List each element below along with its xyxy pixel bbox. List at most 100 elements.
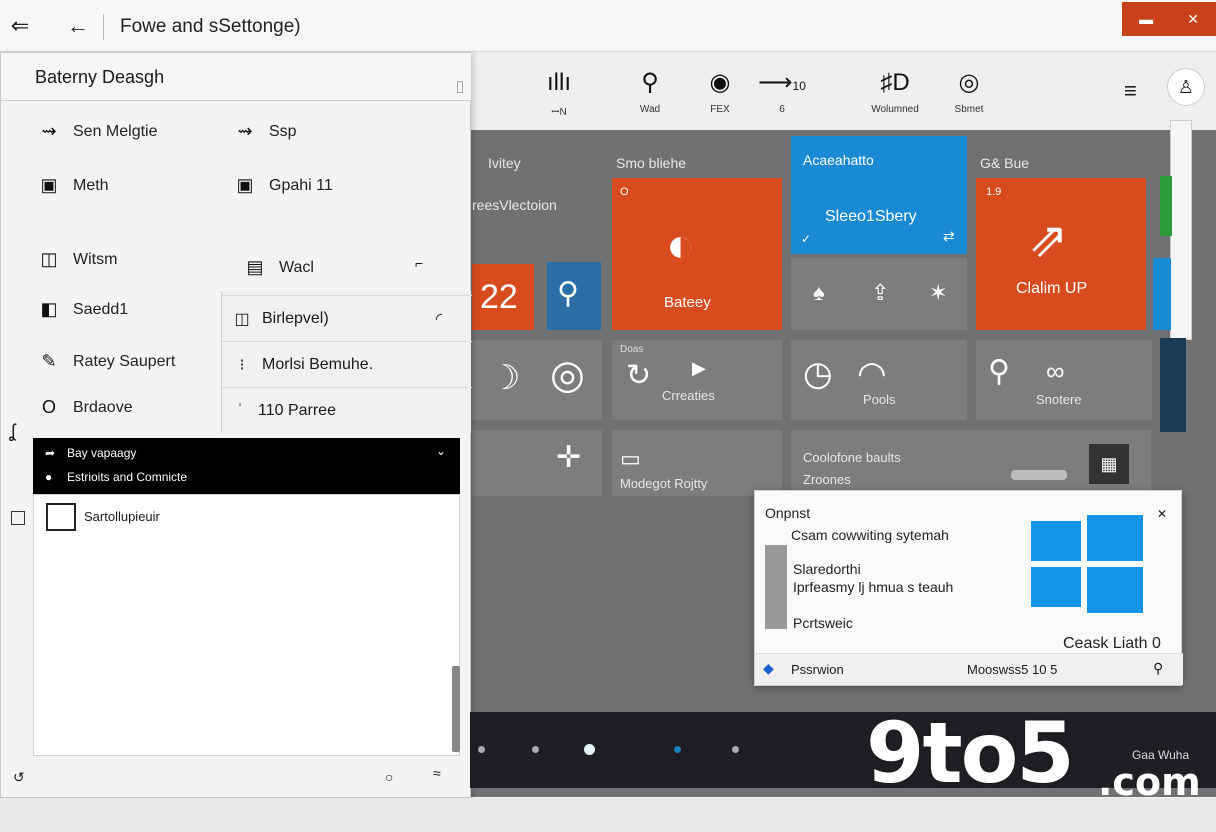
close-icon[interactable]: ✕ [1187, 11, 1199, 28]
dark-tile-edge [1160, 338, 1186, 432]
option-witsm[interactable]: ◫ Witsm [35, 249, 117, 270]
tile-sleep[interactable]: Acaeahatto Sleeo1Sbery ✓ ⇄ [791, 136, 967, 254]
tile-search[interactable]: ⚲ [547, 262, 601, 330]
sub-options: ◫ Birlepvel) ◜ ⁝ Morlsi Bemuhe. ˈ 110 Pa… [221, 291, 472, 433]
shirt-icon: ✶ [929, 280, 948, 305]
tile-number[interactable]: 22 [472, 264, 534, 330]
panel-icon: ◧ [40, 299, 58, 319]
chevron-icon[interactable]: ⌄ [436, 444, 446, 458]
tile-pools[interactable]: ◷ ◠ Pools [791, 340, 967, 420]
watermark-suffix: .com [1098, 760, 1201, 804]
sub-row[interactable]: ˈ 110 Parree [222, 387, 472, 433]
ribbon-label: 6 [779, 104, 785, 115]
card-line: Slaredorthi [793, 561, 861, 577]
battery-icon: ◐ [666, 219, 695, 272]
ribbon-signal[interactable]: ıllı ꟷN [514, 68, 604, 118]
tile-battery[interactable]: O ◐ Bateey [612, 178, 782, 330]
refresh-icon[interactable]: ↺ [13, 769, 25, 786]
option-sen[interactable]: ⇝ Sen Melgtie [35, 121, 157, 142]
panel-title: Baterny Deasgh [35, 67, 165, 87]
option-gpahi[interactable]: ▣ Gpahi 11 [231, 175, 332, 196]
dark-list-row[interactable]: ➦ Bay vapaagy [45, 446, 136, 460]
dark-list-row[interactable]: ● Estrioits and Comnicte [45, 470, 187, 484]
page-dot[interactable] [674, 746, 681, 753]
airplane-icon: ⇝ [41, 121, 57, 141]
watermark-logo: 9to5 [866, 704, 1075, 802]
clock-icon: ◷ [803, 355, 833, 393]
tile-pools-label: Pools [863, 392, 896, 407]
checkbox[interactable] [11, 511, 25, 525]
scrollbar-thumb[interactable] [452, 666, 460, 752]
panel-scroll-indicator[interactable] [457, 81, 463, 93]
card-line: Pcrtsweic [793, 615, 853, 631]
ribbon-sbmet[interactable]: ◎ Sbmet [924, 68, 1014, 115]
collapse-icon[interactable]: ≈ [433, 765, 441, 781]
menu-icon[interactable]: ≡ [1124, 78, 1137, 104]
tile-shore[interactable]: ⚲ ∞ Snotere [976, 340, 1152, 420]
tile-coolo[interactable]: Coolofone baults Zroones ▦ [791, 430, 1151, 490]
option-meth[interactable]: ▣ Meth [35, 175, 109, 196]
page-dot[interactable] [478, 746, 485, 753]
content-item[interactable]: Sartollupieuir [84, 509, 160, 524]
link-icon: ∞ [1046, 356, 1065, 386]
toggle-slider[interactable] [1011, 470, 1067, 480]
signal-icon: ıllı [547, 69, 571, 96]
tile-crosshair[interactable]: ✛ [472, 430, 602, 496]
tile-claim-corner: 1.9 [986, 186, 1002, 198]
tile-moon[interactable]: ☽ ◎ [472, 340, 602, 420]
arc-icon: ◜ [435, 310, 442, 328]
tile-header: Smo bliehe [616, 155, 687, 171]
option-brdaove[interactable]: O Brdaove [35, 397, 133, 418]
tile-device[interactable]: ▭ Modegot Rojtty [612, 430, 782, 496]
disc-icon: ◎ [550, 353, 585, 397]
sub-row[interactable]: ⁝ Morlsi Bemuhe. [222, 341, 472, 387]
sub-row[interactable]: ◫ Birlepvel) ◜ [222, 295, 472, 341]
account-button[interactable]: ♙ [1167, 68, 1205, 106]
option-wacl[interactable]: ▤ Wacl [241, 257, 314, 278]
display-icon: ▣ [236, 175, 254, 195]
gauge-icon: ◠ [857, 355, 887, 393]
dark-list-label: Bay vapaagy [67, 446, 137, 460]
back-button[interactable]: ⇐ [4, 10, 36, 42]
close-icon[interactable]: ✕ [1157, 507, 1167, 521]
option-saedd[interactable]: ◧ Saedd1 [35, 299, 128, 320]
tile-shore-label: Snotere [1036, 392, 1082, 407]
windows-logo-icon [1031, 515, 1145, 613]
tile-creates[interactable]: Doas ↻ ▶ Crreaties [612, 340, 782, 420]
tile-claim[interactable]: 1.9 ⇗ Clalim UP [976, 178, 1146, 330]
tile-subheader: reesVlectoion [472, 197, 557, 213]
dark-list-label: Estrioits and Comnicte [67, 470, 188, 484]
option-label: Meth [73, 176, 109, 194]
option-ssp[interactable]: ⇝ Ssp [231, 121, 296, 142]
tile-zrones-label: Zroones [803, 472, 851, 487]
ribbon-label: Sbmet [954, 104, 984, 115]
option-ratey[interactable]: ✎ Ratey Saupert [35, 351, 175, 372]
left-arrow-icon: ← [67, 13, 89, 38]
ribbon-line[interactable]: ⟶10 6 [737, 68, 827, 115]
green-tile-edge [1160, 176, 1172, 236]
option-label: Ratey Saupert [73, 352, 176, 370]
tile-quick-icons[interactable]: ♠ ⇪ ✶ [791, 258, 967, 330]
page-dot[interactable] [532, 746, 539, 753]
tile-battery-corner: O [620, 186, 629, 198]
page-dot[interactable] [732, 746, 739, 753]
crosshair-icon: ✛ [556, 441, 582, 474]
minimize-icon[interactable]: ▬ [1139, 11, 1153, 27]
option-label: Wacl [279, 258, 314, 276]
nav-back-button[interactable]: ← [62, 10, 94, 42]
title-divider [103, 14, 104, 40]
swap-icon: ⇄ [943, 228, 955, 244]
search-icon[interactable]: ⚲ [1153, 660, 1163, 677]
line-value: 10 [792, 79, 806, 93]
tile-doas-label: Doas [620, 344, 644, 355]
tile-scrollbar[interactable] [1170, 120, 1192, 340]
lamp-icon: ⚲ [988, 355, 1010, 388]
expand-icon[interactable]: ⌐ [415, 255, 423, 271]
tile-number-text: 22 [480, 278, 518, 316]
footer-left-text[interactable]: Pssrwion [791, 662, 844, 677]
card-footer: ◆ Pssrwion Mooswss5 10 5 ⚲ [755, 653, 1183, 685]
circle-button-icon[interactable]: ○ [385, 769, 393, 785]
panel-icon: ◫ [234, 310, 250, 328]
page-dot-active[interactable] [584, 744, 595, 755]
chart-up-icon: ⇗ [1028, 214, 1069, 267]
